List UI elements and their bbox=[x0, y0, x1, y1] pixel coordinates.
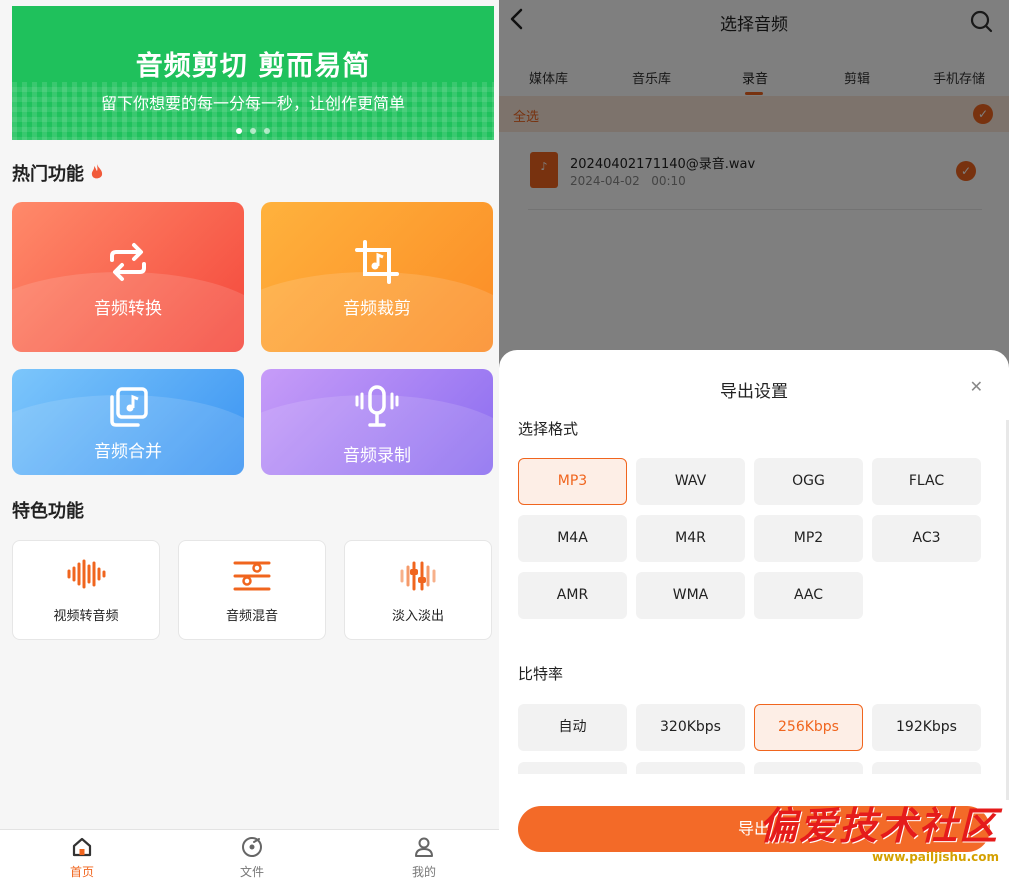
format-option-m4r[interactable]: M4R bbox=[636, 515, 745, 562]
audio-crop-label: 音频裁剪 bbox=[343, 299, 411, 319]
crop-music-icon bbox=[261, 240, 493, 288]
audio-convert-card[interactable]: 音频转换 bbox=[12, 202, 244, 352]
bitrate-option-partial[interactable] bbox=[754, 762, 863, 774]
bitrate-option-auto[interactable]: 自动 bbox=[518, 704, 627, 751]
audio-crop-card[interactable]: 音频裁剪 bbox=[261, 202, 493, 352]
audio-merge-card[interactable]: 音频合并 bbox=[12, 369, 244, 475]
bitrate-option-320[interactable]: 320Kbps bbox=[636, 704, 745, 751]
music-merge-icon bbox=[12, 387, 244, 431]
format-label: 选择格式 bbox=[518, 420, 579, 438]
fade-in-out-tile[interactable]: 淡入淡出 bbox=[344, 540, 492, 640]
tab-home[interactable]: 首页 bbox=[42, 836, 122, 880]
select-audio-screen: 选择音频 媒体库 音乐库 录音 剪辑 手机存储 全选 ✓ ♪ 202404021… bbox=[499, 0, 1009, 882]
audio-mix-tile[interactable]: 音频混音 bbox=[178, 540, 326, 640]
banner-subtitle: 留下你想要的每一分每一秒，让创作更简单 bbox=[100, 94, 405, 113]
user-icon bbox=[384, 836, 464, 862]
home-icon bbox=[42, 836, 122, 862]
repeat-icon bbox=[12, 242, 244, 286]
audio-convert-label: 音频转换 bbox=[94, 299, 162, 319]
fire-icon bbox=[90, 164, 104, 184]
format-option-mp2[interactable]: MP2 bbox=[754, 515, 863, 562]
hot-features-label: 热门功能 bbox=[12, 164, 84, 185]
format-option-ogg[interactable]: OGG bbox=[754, 458, 863, 505]
bitrate-option-256[interactable]: 256Kbps bbox=[754, 704, 863, 751]
format-option-m4a[interactable]: M4A bbox=[518, 515, 627, 562]
bitrate-label: 比特率 bbox=[518, 665, 564, 683]
banner-title: 音频剪切 剪而易简 bbox=[135, 51, 371, 82]
format-option-amr[interactable]: AMR bbox=[518, 572, 627, 619]
format-option-wma[interactable]: WMA bbox=[636, 572, 745, 619]
banner-pagination bbox=[12, 128, 494, 134]
video-to-audio-tile[interactable]: 视频转音频 bbox=[12, 540, 160, 640]
bottom-tab-bar: 首页 文件 我的 bbox=[0, 829, 499, 882]
sheet-title: 导出设置 bbox=[720, 382, 788, 402]
site-watermark: 偏爱技术社区 www.pailjishu.com bbox=[759, 795, 999, 864]
format-option-mp3[interactable]: MP3 bbox=[518, 458, 627, 505]
special-features-title: 特色功能 bbox=[12, 501, 84, 522]
fade-sliders-icon bbox=[345, 559, 491, 597]
banner-dot[interactable] bbox=[264, 128, 270, 134]
disc-icon bbox=[212, 836, 292, 862]
fade-in-out-label: 淡入淡出 bbox=[391, 609, 444, 624]
banner-dot[interactable] bbox=[250, 128, 256, 134]
hot-features-title: 热门功能 bbox=[12, 160, 104, 186]
watermark-url: www.pailjishu.com bbox=[872, 850, 999, 864]
watermark-text: 偏爱技术社区 bbox=[758, 803, 999, 848]
format-option-wav[interactable]: WAV bbox=[636, 458, 745, 505]
home-screen: 音频剪切 剪而易简 留下你想要的每一分每一秒，让创作更简单 热门功能 音频转换 bbox=[0, 0, 499, 882]
audio-merge-label: 音频合并 bbox=[94, 442, 162, 462]
video-to-audio-label: 视频转音频 bbox=[53, 609, 119, 624]
bitrate-option-partial[interactable] bbox=[518, 762, 627, 774]
promo-banner[interactable]: 音频剪切 剪而易简 留下你想要的每一分每一秒，让创作更简单 bbox=[12, 6, 494, 140]
bitrate-option-192[interactable]: 192Kbps bbox=[872, 704, 981, 751]
close-icon[interactable]: ✕ bbox=[970, 377, 983, 396]
format-option-aac[interactable]: AAC bbox=[754, 572, 863, 619]
tab-home-label: 首页 bbox=[69, 865, 94, 879]
microphone-icon bbox=[261, 385, 493, 433]
bitrate-option-partial[interactable] bbox=[872, 762, 981, 774]
mixer-sliders-icon bbox=[179, 559, 325, 597]
format-option-ac3[interactable]: AC3 bbox=[872, 515, 981, 562]
tab-mine[interactable]: 我的 bbox=[384, 836, 464, 880]
tab-files-label: 文件 bbox=[239, 865, 264, 879]
tab-mine-label: 我的 bbox=[411, 865, 436, 879]
audio-record-label: 音频录制 bbox=[343, 446, 411, 466]
audio-record-card[interactable]: 音频录制 bbox=[261, 369, 493, 475]
banner-dot-active[interactable] bbox=[236, 128, 242, 134]
format-option-flac[interactable]: FLAC bbox=[872, 458, 981, 505]
waveform-icon bbox=[13, 559, 159, 593]
audio-mix-label: 音频混音 bbox=[225, 609, 278, 624]
tab-files[interactable]: 文件 bbox=[212, 836, 292, 880]
bitrate-option-partial[interactable] bbox=[636, 762, 745, 774]
